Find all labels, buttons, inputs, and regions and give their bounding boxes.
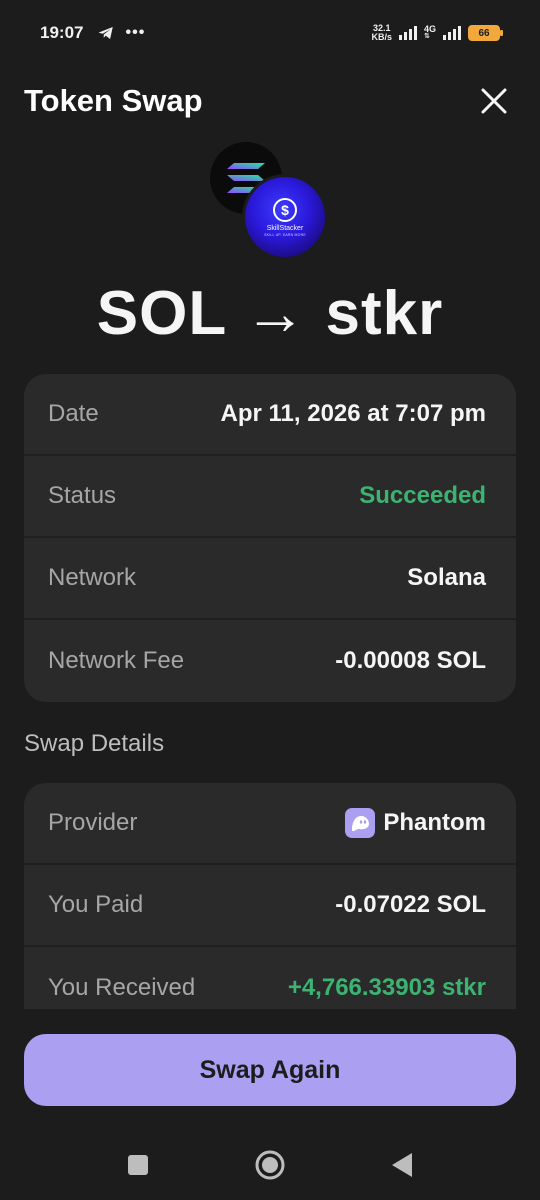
you-paid-value: -0.07022 SOL xyxy=(335,891,486,918)
page-title: Token Swap xyxy=(24,83,203,118)
swap-details-heading: Swap Details xyxy=(24,730,165,757)
you-paid-label: You Paid xyxy=(48,891,144,918)
logo-tagline-text: SKILL UP. EARN MORE xyxy=(264,232,306,237)
network-fee-label: Network Fee xyxy=(48,647,185,674)
close-button[interactable] xyxy=(472,79,516,123)
battery-level: 66 xyxy=(478,27,490,39)
date-label: Date xyxy=(48,400,99,427)
triangle-back-icon xyxy=(392,1153,412,1177)
status-label: Status xyxy=(48,482,117,509)
network-value: Solana xyxy=(407,564,486,591)
signal-bars-icon xyxy=(398,26,417,40)
circle-home-icon xyxy=(255,1150,285,1180)
recents-button[interactable] xyxy=(118,1145,158,1185)
network-label: Network xyxy=(48,564,137,591)
skillstacker-logo-icon: $ SkillStacker SKILL UP. EARN MORE xyxy=(242,174,328,260)
telegram-icon xyxy=(98,27,114,39)
net-speed-unit: KB/s xyxy=(371,32,392,42)
token-swap-screen: 19:07 ••• 32.1 KB/s 4G ⇅ 66 Token Swap $… xyxy=(0,0,540,1200)
status-indicators: 32.1 KB/s 4G ⇅ 66 xyxy=(371,24,503,42)
date-value: Apr 11, 2026 at 7:07 pm xyxy=(220,400,486,427)
status-bar: 19:07 ••• 32.1 KB/s 4G ⇅ 66 xyxy=(0,0,540,66)
network-type-label: 4G xyxy=(423,24,436,34)
logo-brand-text: SkillStacker xyxy=(266,224,304,232)
token-pair-logos: $ SkillStacker SKILL UP. EARN MORE xyxy=(208,140,332,264)
you-received-label: You Received xyxy=(48,974,196,1001)
provider-label: Provider xyxy=(48,809,138,836)
swap-pair-title: SOL → stkr xyxy=(96,279,444,348)
overflow-notifications-icon: ••• xyxy=(125,24,146,41)
provider-name: Phantom xyxy=(383,809,486,836)
close-icon xyxy=(481,88,507,114)
swap-details-card[interactable]: Provider Phantom You Paid -0.07022 SOL Y… xyxy=(24,783,516,1009)
network-fee-value: -0.00008 SOL xyxy=(335,647,486,674)
net-speed: 32.1 KB/s xyxy=(371,24,392,42)
system-nav-bar xyxy=(0,1130,540,1200)
you-received-value: +4,766.33903 stkr xyxy=(287,974,486,1001)
status-time: 19:07 xyxy=(40,23,84,42)
provider-row: Provider Phantom xyxy=(24,783,516,865)
you-received-row: You Received +4,766.33903 stkr xyxy=(24,947,516,1009)
you-paid-row: You Paid -0.07022 SOL xyxy=(24,865,516,947)
back-button[interactable] xyxy=(382,1145,422,1185)
network-type: 4G ⇅ xyxy=(423,24,436,41)
phantom-ghost-icon xyxy=(345,808,376,838)
square-icon xyxy=(128,1155,148,1175)
provider-value: Phantom xyxy=(345,808,486,838)
network-row: Network Solana xyxy=(24,538,516,620)
header: Token Swap xyxy=(24,78,516,124)
home-button[interactable] xyxy=(250,1145,290,1185)
network-fee-row: Network Fee -0.00008 SOL xyxy=(24,620,516,702)
status-row: Status Succeeded xyxy=(24,456,516,538)
date-row: Date Apr 11, 2026 at 7:07 pm xyxy=(24,374,516,456)
status-value: Succeeded xyxy=(359,482,486,509)
dollar-coin-icon: $ xyxy=(273,197,297,222)
signal-bars-icon-2 xyxy=(443,26,461,40)
swap-summary-card: Date Apr 11, 2026 at 7:07 pm Status Succ… xyxy=(24,374,516,702)
swap-again-button[interactable]: Swap Again xyxy=(24,1034,516,1106)
battery-icon: 66 xyxy=(468,25,503,41)
